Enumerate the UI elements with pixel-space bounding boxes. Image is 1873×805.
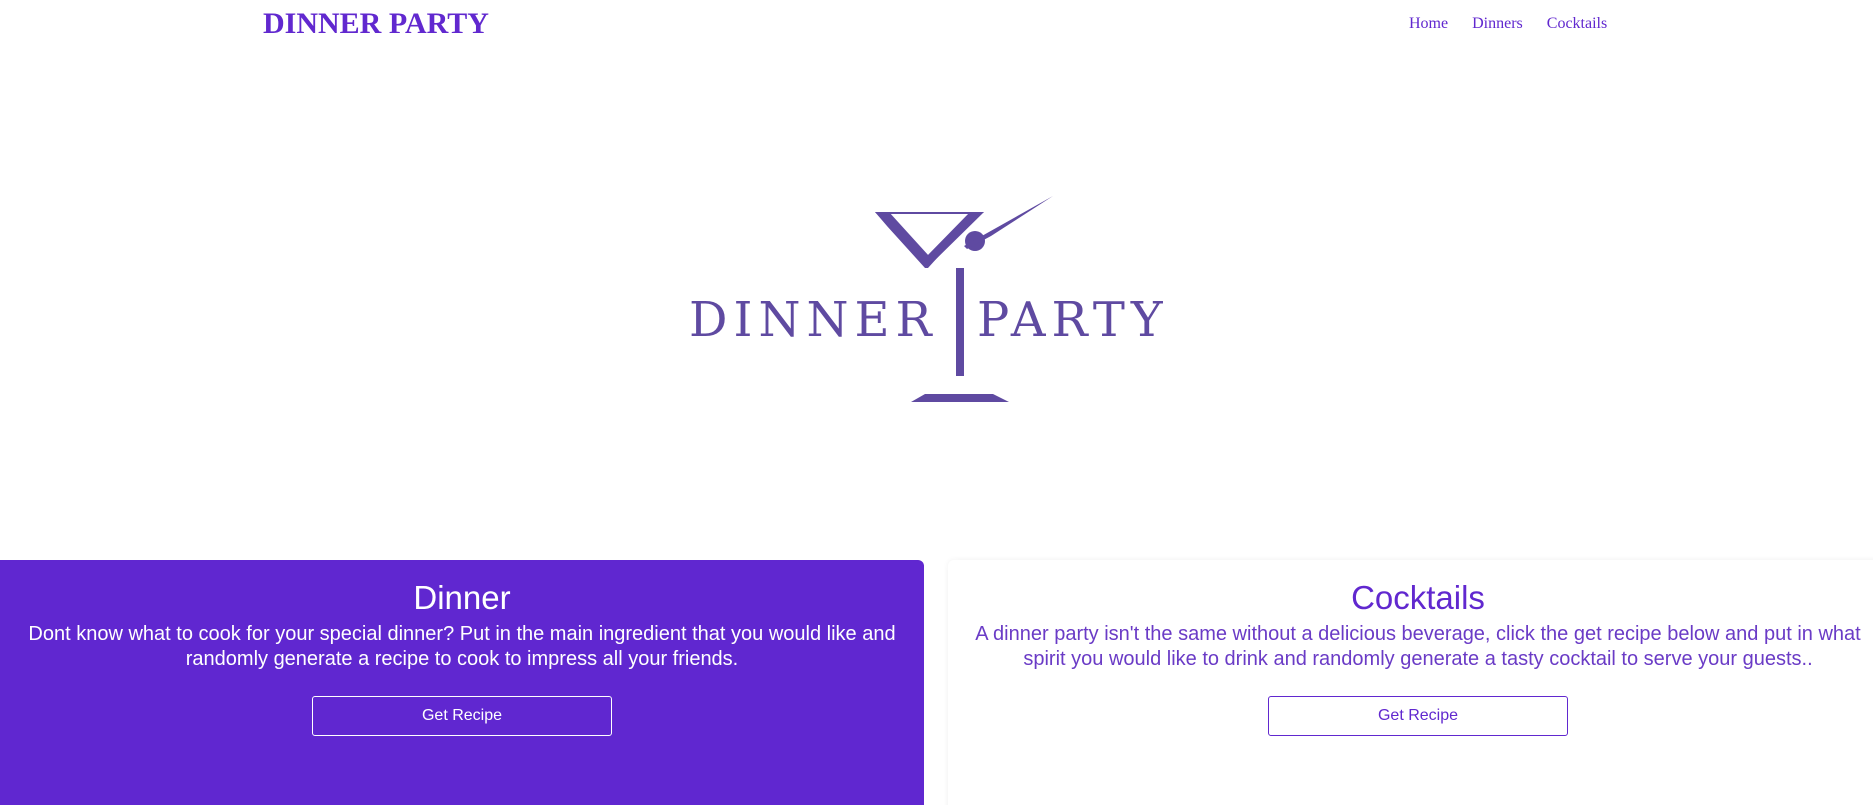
logo-word-party: PARTY [977, 292, 1169, 348]
cocktails-card-description: A dinner party isn't the same without a … [975, 623, 1861, 670]
cocktails-card-title: Cocktails [1351, 579, 1485, 616]
logo-word-dinner: DINNER [689, 292, 938, 348]
nav-link-cocktails[interactable]: Cocktails [1547, 15, 1607, 33]
nav-link-home[interactable]: Home [1409, 15, 1448, 33]
dinner-card: Dinner Dont know what to cook for your s… [0, 560, 924, 805]
navbar: DINNER PARTY Home Dinners Cocktails [0, 0, 1873, 48]
nav-links: Home Dinners Cocktails [1409, 15, 1607, 33]
brand-link[interactable]: DINNER PARTY [263, 7, 489, 41]
dinner-party-logo: DINNER PARTY [689, 196, 1181, 406]
dinner-get-recipe-button[interactable]: Get Recipe [312, 696, 612, 736]
nav-link-dinners[interactable]: Dinners [1472, 15, 1523, 33]
cocktails-get-recipe-button[interactable]: Get Recipe [1268, 696, 1568, 736]
dinner-card-title: Dinner [413, 579, 511, 616]
cocktails-card: Cocktails A dinner party isn't the same … [948, 560, 1873, 805]
dinner-card-description: Dont know what to cook for your special … [28, 623, 896, 670]
logo-svg: DINNER PARTY [689, 196, 1169, 402]
